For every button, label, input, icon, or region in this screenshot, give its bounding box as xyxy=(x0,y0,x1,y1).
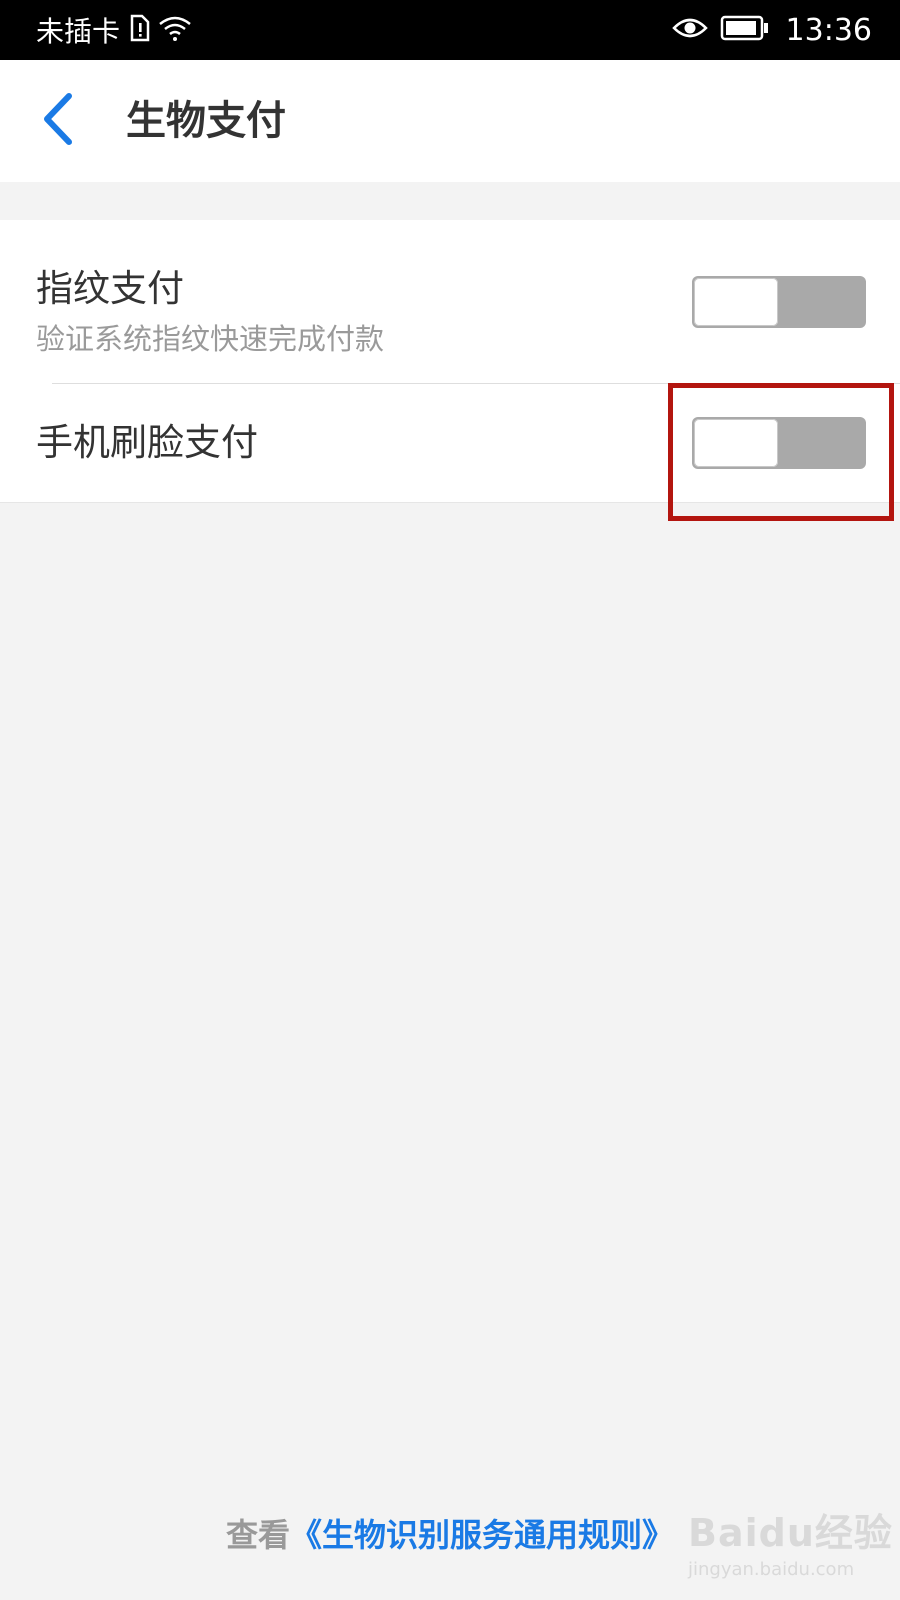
footer-prefix: 查看 xyxy=(225,1516,290,1554)
fingerprint-pay-title: 指纹支付 xyxy=(36,267,184,310)
watermark-logo: Baidu经验 xyxy=(688,1511,893,1555)
rules-link[interactable]: 《生物识别服务通用规则》 xyxy=(290,1516,674,1554)
clock: 13:36 xyxy=(785,12,872,48)
face-pay-toggle[interactable] xyxy=(692,417,866,469)
settings-card: 指纹支付 验证系统指纹快速完成付款 手机刷脸支付 xyxy=(0,220,900,503)
watermark-url: jingyan.baidu.com xyxy=(688,1559,855,1580)
battery-icon xyxy=(720,15,770,45)
sim-alert-icon xyxy=(128,14,150,46)
fingerprint-pay-row: 指纹支付 验证系统指纹快速完成付款 xyxy=(0,220,900,384)
toggle-knob xyxy=(694,419,778,467)
fingerprint-pay-subtitle: 验证系统指纹快速完成付款 xyxy=(36,322,385,356)
baidu-watermark: Baidu经验 jingyan.baidu.com xyxy=(688,1502,893,1580)
nav-bar: 生物支付 xyxy=(0,60,900,182)
page-title: 生物支付 xyxy=(126,98,286,144)
fingerprint-pay-toggle[interactable] xyxy=(692,276,866,328)
status-left: 未插卡 xyxy=(36,0,192,60)
status-right: 13:36 xyxy=(671,0,872,60)
carrier-label: 未插卡 xyxy=(36,15,121,48)
status-bar: 未插卡 13:36 xyxy=(0,0,900,60)
eye-icon xyxy=(671,16,708,44)
back-button[interactable] xyxy=(28,88,88,154)
wifi-icon xyxy=(158,14,192,46)
face-pay-row: 手机刷脸支付 xyxy=(0,384,900,502)
face-pay-title: 手机刷脸支付 xyxy=(36,421,258,464)
toggle-knob xyxy=(694,278,778,326)
chevron-left-icon xyxy=(41,92,75,150)
